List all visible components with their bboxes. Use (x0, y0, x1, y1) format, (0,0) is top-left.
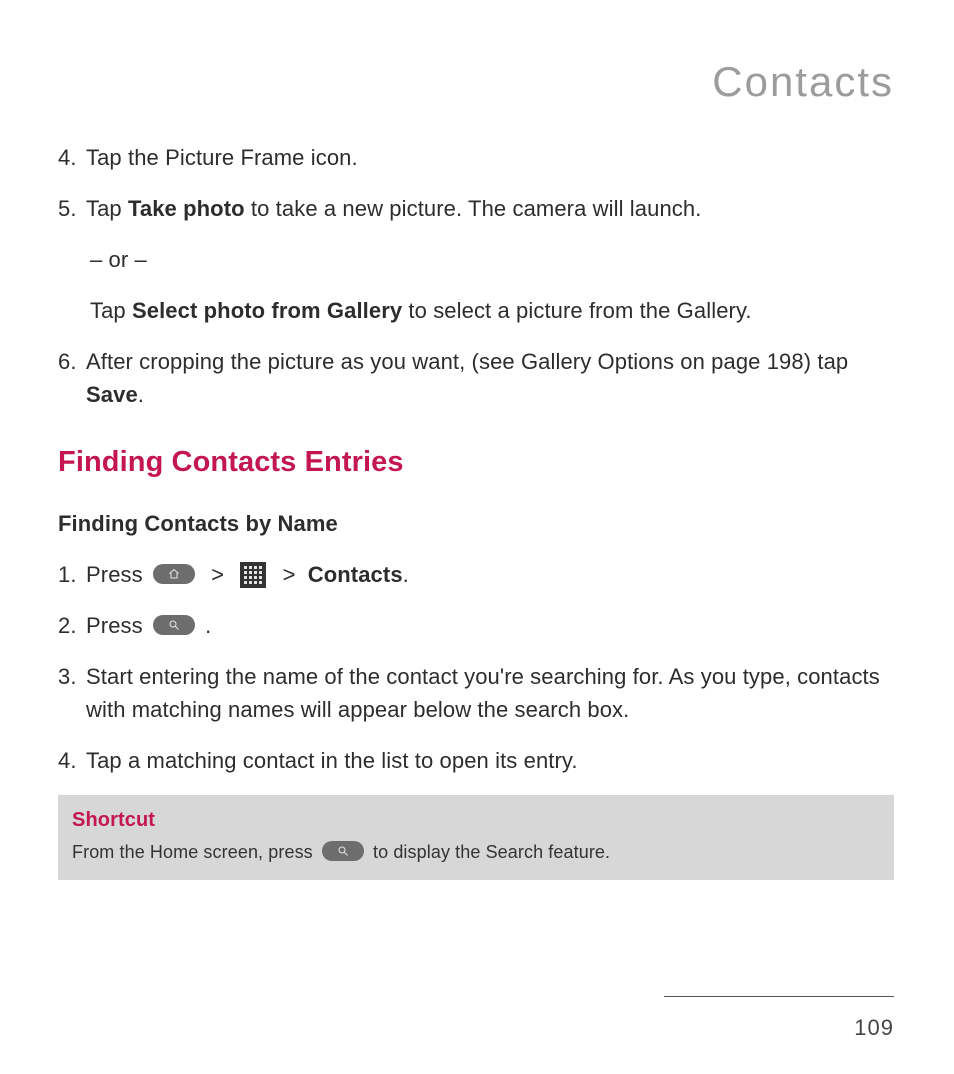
search-key-icon (322, 841, 364, 861)
text-fragment: Tap (90, 298, 132, 323)
text-fragment: Press (86, 562, 149, 587)
step-text: Press . (86, 609, 894, 642)
text-fragment: Tap (86, 196, 128, 221)
bold-take-photo: Take photo (128, 196, 245, 221)
chapter-title: Contacts (58, 50, 894, 113)
manual-page: Contacts 4. Tap the Picture Frame icon. … (0, 0, 954, 1074)
page-footer: 109 (664, 996, 894, 1044)
text-fragment: Press (86, 613, 149, 638)
step-text: Tap the Picture Frame icon. (86, 141, 894, 174)
b-step-2: 2. Press . (58, 609, 894, 642)
step-text: Press > > Contacts. (86, 558, 894, 591)
home-key-icon (153, 564, 195, 584)
footer-rule (664, 996, 894, 997)
shortcut-callout: Shortcut From the Home screen, press to … (58, 795, 894, 880)
step-number: 2. (58, 609, 86, 642)
step-5-or: – or – (90, 243, 894, 276)
step-text: After cropping the picture as you want, … (86, 345, 894, 411)
step-4: 4. Tap the Picture Frame icon. (58, 141, 894, 174)
step-6: 6. After cropping the picture as you wan… (58, 345, 894, 411)
text-fragment: . (403, 562, 409, 587)
text-fragment: After cropping the picture as you want, … (86, 349, 848, 374)
breadcrumb-separator: > (211, 562, 224, 587)
text-fragment: to display the Search feature. (373, 842, 610, 862)
bold-save: Save (86, 382, 138, 407)
step-5-alt: Tap Select photo from Gallery to select … (90, 294, 894, 327)
step-text: Start entering the name of the contact y… (86, 660, 894, 726)
text-fragment: to select a picture from the Gallery. (402, 298, 751, 323)
text-fragment: . (205, 613, 211, 638)
step-text: Tap Take photo to take a new picture. Th… (86, 192, 894, 225)
instruction-list-b: 1. Press > > Contacts. (58, 558, 894, 777)
page-number: 109 (664, 1011, 894, 1044)
step-number: 1. (58, 558, 86, 591)
step-number: 4. (58, 141, 86, 174)
section-heading: Finding Contacts Entries (58, 441, 894, 485)
bold-contacts: Contacts (308, 562, 403, 587)
step-number: 4. (58, 744, 86, 777)
bold-select-gallery: Select photo from Gallery (132, 298, 402, 323)
apps-grid-icon (240, 562, 266, 588)
step-text: Tap a matching contact in the list to op… (86, 744, 894, 777)
step-number: 6. (58, 345, 86, 411)
b-step-1: 1. Press > > Contacts. (58, 558, 894, 591)
callout-title: Shortcut (72, 805, 880, 835)
callout-body: From the Home screen, press to display t… (72, 839, 880, 866)
step-5: 5. Tap Take photo to take a new picture.… (58, 192, 894, 225)
text-fragment: . (138, 382, 144, 407)
text-fragment: From the Home screen, press (72, 842, 318, 862)
sub-heading: Finding Contacts by Name (58, 507, 894, 540)
text-fragment: to take a new picture. The camera will l… (245, 196, 702, 221)
breadcrumb-separator: > (283, 562, 296, 587)
search-key-icon (153, 615, 195, 635)
step-number: 5. (58, 192, 86, 225)
b-step-4: 4. Tap a matching contact in the list to… (58, 744, 894, 777)
b-step-3: 3. Start entering the name of the contac… (58, 660, 894, 726)
instruction-list-a: 4. Tap the Picture Frame icon. 5. Tap Ta… (58, 141, 894, 411)
step-number: 3. (58, 660, 86, 726)
